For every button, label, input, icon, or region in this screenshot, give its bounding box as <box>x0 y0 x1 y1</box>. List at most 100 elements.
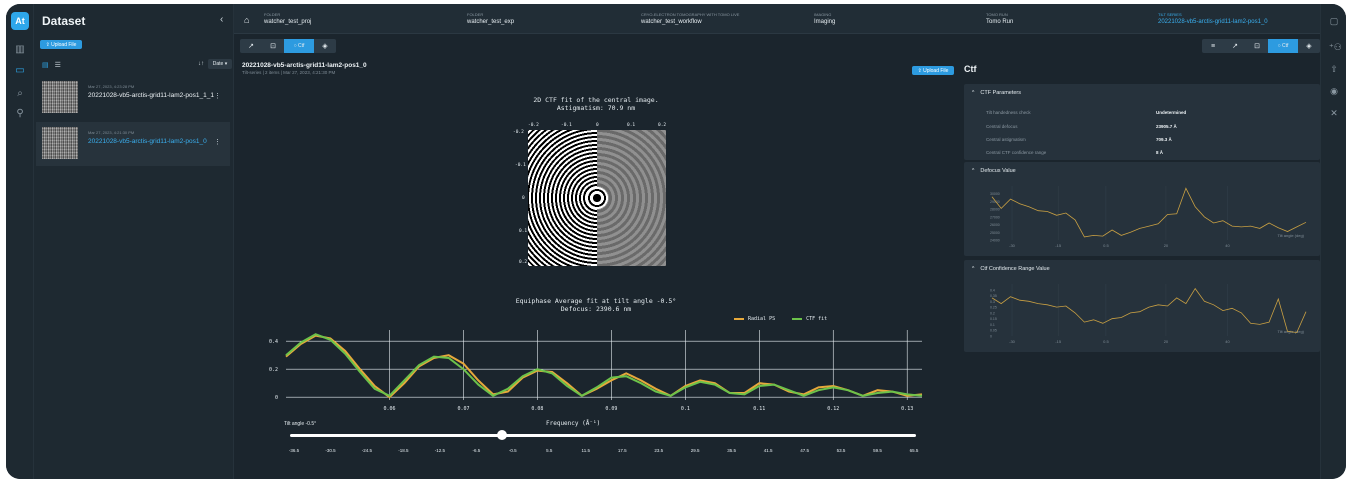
layers-icon[interactable]: ◈ <box>1298 39 1320 53</box>
tilt-plot-icon[interactable]: ↗ <box>240 39 262 53</box>
x-tick-label: 20 <box>1164 339 1169 344</box>
x-tick-label: 0.11 <box>753 406 765 412</box>
search-icon[interactable]: ⌕ <box>14 88 26 100</box>
x-tick-label: -15 <box>1055 243 1062 248</box>
image-view-icon[interactable]: ⊡ <box>1246 39 1268 53</box>
slider-tick-label[interactable]: 53.5 <box>837 448 846 453</box>
legend-item[interactable]: Radial PS <box>734 316 775 322</box>
item-date: Mar 27, 2023, 4:21:30 PM <box>88 130 135 135</box>
breadcrumb-item[interactable]: TOMO RUN Tomo Run <box>986 12 1013 25</box>
confidence-chart: -30 -15 0.5 20 40 0 0.05 0.1 0.15 0.20.25 0.3 0.35 0… <box>990 284 1307 344</box>
chevron-up-icon[interactable]: ^ <box>972 266 974 272</box>
x-tick-label: 0.12 <box>827 406 839 412</box>
search-filter-icon[interactable]: ⚲ <box>14 108 26 120</box>
chart-subtitle: Defocus: 2390.6 nm <box>560 305 632 313</box>
tools-icon[interactable]: ✕ <box>1329 108 1339 119</box>
slider-tick-label[interactable]: -0.5 <box>509 448 517 453</box>
y-tick-label: 24000 <box>990 239 1000 243</box>
y-tick-label: 0.1 <box>990 323 995 327</box>
home-icon[interactable]: ⌂ <box>244 15 249 25</box>
param-label: Central CTF confidence range <box>986 150 1047 155</box>
breadcrumb-item-current[interactable]: TILT SERIES 20221028-vb5-arctis-grid11-la… <box>1158 12 1268 25</box>
x-tick: -0.1 <box>561 123 572 128</box>
y-tick: 0.1 <box>519 229 528 234</box>
layers-icon[interactable]: ◈ <box>314 39 336 53</box>
x-tick-label: -30 <box>1009 243 1016 248</box>
legend-item[interactable]: CTF fit <box>792 316 827 322</box>
breadcrumb-item[interactable]: CRYO-ELECTRON TOMOGRAPHY WITH TOMO LIVE w… <box>641 12 739 25</box>
slider-tick-label[interactable]: 29.5 <box>691 448 700 453</box>
sort-select[interactable]: Date ▾ <box>208 59 232 69</box>
folder-icon[interactable]: ▭ <box>14 65 26 77</box>
tilt-slider-track[interactable] <box>290 434 916 437</box>
slider-tick-label[interactable]: 59.5 <box>873 448 882 453</box>
slider-tick-label[interactable]: 23.5 <box>654 448 663 453</box>
add-user-icon[interactable]: ⁺⚇ <box>1329 42 1342 53</box>
x-tick-label: 0.5 <box>1103 339 1109 344</box>
slider-tick-label[interactable]: 47.5 <box>800 448 809 453</box>
param-value: Undetermined <box>1156 110 1187 115</box>
panel-header[interactable]: ^ CTF Parameters <box>972 90 1021 96</box>
sort-direction-icon[interactable]: ↓↑ <box>198 61 204 67</box>
y-tick-label: 0.4 <box>269 339 278 345</box>
upload-file-button[interactable]: ⇪ Upload File <box>912 66 954 75</box>
y-tick-label: 0 <box>990 335 992 339</box>
comment-icon[interactable]: ▢ <box>1329 16 1339 27</box>
slider-tick-label[interactable]: -6.5 <box>472 448 480 453</box>
param-label: Central astigmatism <box>986 137 1026 142</box>
kebab-menu-icon[interactable]: ⋮ <box>214 138 221 146</box>
panel-header[interactable]: ^ Ctf Confidence Range Value <box>972 266 1050 272</box>
app-window: At ▥ ▭ ⌕ ⚲ Dataset ‹ ⇪ Upload File ▤ ☰ ↓… <box>6 4 1346 479</box>
slider-tick-label[interactable]: 35.5 <box>727 448 736 453</box>
ctf-tab-button[interactable]: ○ Ctf <box>1268 39 1298 53</box>
ctf-tab-button[interactable]: ○ Ctf <box>284 39 314 53</box>
slider-tick-label[interactable]: 17.5 <box>618 448 627 453</box>
slider-tick-label[interactable]: 41.5 <box>764 448 773 453</box>
slider-tick-label[interactable]: 11.5 <box>582 448 590 453</box>
slider-tick-label[interactable]: -18.5 <box>398 448 408 453</box>
list-icon[interactable]: ≡ <box>1202 39 1224 53</box>
tilt-slider-thumb[interactable] <box>497 430 507 440</box>
slider-tick-label[interactable]: -24.5 <box>362 448 372 453</box>
slider-tick-label[interactable]: -30.5 <box>325 448 335 453</box>
chevron-up-icon[interactable]: ^ <box>972 168 974 174</box>
x-tick: 0 <box>596 123 599 128</box>
tilt-angle-label: Tilt angle -0.5° <box>284 421 317 427</box>
y-tick-label: 0.05 <box>990 329 997 333</box>
slider-tick-label[interactable]: -12.5 <box>435 448 445 453</box>
x-tick: 0.1 <box>627 123 636 128</box>
list-view-icon[interactable]: ☰ <box>55 62 61 69</box>
dataset-item[interactable]: Mar 27, 2023, 4:23:28 PM 20221028-vb5-ar… <box>36 76 230 120</box>
y-tick-label: 27000 <box>990 215 1000 219</box>
x-tick-label: 0.1 <box>681 406 690 412</box>
kebab-menu-icon[interactable]: ⋮ <box>214 92 221 100</box>
panel-header[interactable]: ^ Defocus Value <box>972 168 1016 174</box>
y-tick-label: 0.4 <box>990 288 995 292</box>
notifications-icon[interactable]: ◉ <box>1329 86 1339 97</box>
app-logo[interactable]: At <box>11 12 29 30</box>
dataset-item-selected[interactable]: Mar 27, 2023, 4:21:30 PM 20221028-vb5-ar… <box>36 122 230 166</box>
y-tick: -0.2 <box>513 130 524 135</box>
y-tick-label: 0.25 <box>990 306 997 310</box>
upload-file-button[interactable]: ⇪ Upload File <box>40 40 82 49</box>
series-subtitle: Tilt-series | 2 items | Mar 27, 2023, 4:… <box>242 70 336 75</box>
upload-icon[interactable]: ⇧ <box>1329 64 1339 75</box>
slider-tick-label[interactable]: -36.5 <box>289 448 299 453</box>
x-tick-label: 0.5 <box>1103 243 1109 248</box>
tilt-plot-icon[interactable]: ↗ <box>1224 39 1246 53</box>
chart-icon[interactable]: ▥ <box>14 44 26 56</box>
chevron-up-icon[interactable]: ^ <box>972 90 974 96</box>
breadcrumb: ⌂ FOLDER watcher_test_proj FOLDER watcher_… <box>234 4 1320 34</box>
grid-view-icon[interactable]: ▤ <box>42 62 49 69</box>
breadcrumb-item[interactable]: FOLDER watcher_test_exp <box>467 12 514 25</box>
collapse-panel-icon[interactable]: ‹ <box>220 14 223 25</box>
item-name: 20221028-vb5-arctis-grid11-lam2-pos1_0 <box>88 138 207 145</box>
slider-tick-label[interactable]: 65.5 <box>910 448 919 453</box>
astigmatism-caption: Astigmatism: 70.9 nm <box>556 104 636 112</box>
image-view-icon[interactable]: ⊡ <box>262 39 284 53</box>
breadcrumb-item[interactable]: FOLDER watcher_test_proj <box>264 12 311 25</box>
series-line <box>991 187 1307 238</box>
breadcrumb-item[interactable]: IMAGING Imaging <box>814 12 835 25</box>
right-rail: ▢ ⁺⚇ ⇧ ◉ ✕ <box>1320 4 1346 479</box>
slider-tick-label[interactable]: 5.5 <box>546 448 552 453</box>
